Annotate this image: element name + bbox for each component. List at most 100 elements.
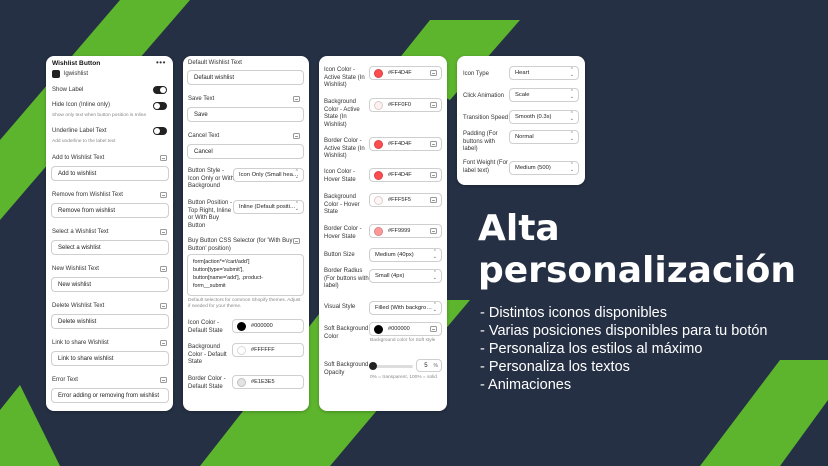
bg-hover-label: Background Color - Hover State xyxy=(324,194,360,215)
delete-wishlist-input[interactable]: Delete wishlist xyxy=(51,314,169,329)
chevron-icon: ⌃ ⌄ xyxy=(569,67,574,78)
button-style-panel: Default Wishlist Text Default wishlist S… xyxy=(183,56,309,411)
font-weight-value: Medium (500) xyxy=(515,165,551,171)
default-wishlist-input[interactable]: Default wishlist xyxy=(187,70,304,85)
color-swatch xyxy=(237,345,246,355)
save-text-input[interactable]: Save xyxy=(187,107,304,122)
icon-color-value: #000000 xyxy=(251,323,273,329)
show-label-toggle[interactable] xyxy=(153,86,167,94)
icon-color-label: Icon Color - Default State xyxy=(188,320,223,334)
gear-icon[interactable] xyxy=(160,377,167,383)
css-line: form__submit xyxy=(193,283,226,289)
chevron-icon: ⌃ ⌄ xyxy=(569,111,574,122)
bg-active-label: Background Color - Active State (In Wish… xyxy=(324,99,360,128)
bg-color-picker[interactable]: #FFFFFF xyxy=(232,343,304,357)
share-link-input[interactable]: Link to share wishlist xyxy=(51,351,169,366)
button-position-select[interactable]: Inline (Default positi… ⌃ ⌄ xyxy=(233,200,304,214)
transition-speed-select[interactable]: Smooth (0.3s) ⌃ ⌄ xyxy=(509,110,579,124)
border-radius-label: Border Radius (For buttons with label) xyxy=(324,268,369,289)
gear-icon[interactable] xyxy=(160,229,167,235)
border-radius-select[interactable]: Small (4px) ⌃ ⌄ xyxy=(369,269,442,283)
gear-icon[interactable] xyxy=(160,192,167,198)
bg-active-value: #FFF0F0 xyxy=(388,102,412,108)
click-animation-label: Click Animation xyxy=(463,93,505,99)
promo-bullet: - Distintos iconos disponibles xyxy=(480,305,667,321)
delete-wishlist-label: Delete Wishlist Text xyxy=(52,303,105,309)
button-size-select[interactable]: Medium (40px) ⌃ ⌄ xyxy=(369,248,442,262)
gear-icon[interactable] xyxy=(160,155,167,161)
color-swatch xyxy=(374,324,383,334)
animation-panel: Icon Type Heart ⌃ ⌄ Click Animation Scale ⌃… xyxy=(457,56,585,185)
visual-style-label: Visual Style xyxy=(324,304,356,310)
remove-wishlist-label: Remove from Wishlist Text xyxy=(52,192,123,198)
gear-icon[interactable] xyxy=(160,303,167,309)
font-weight-select[interactable]: Medium (500) ⌃ ⌄ xyxy=(509,161,579,175)
remove-wishlist-input[interactable]: Remove from wishlist xyxy=(51,203,169,218)
visual-style-value: Filled (With backgro… xyxy=(375,305,433,311)
gear-icon[interactable] xyxy=(293,133,300,139)
gear-icon[interactable] xyxy=(293,238,300,244)
gear-icon[interactable] xyxy=(160,340,167,346)
css-line: button[name='add'], .product- xyxy=(193,275,263,281)
border-active-value: #FF4D4F xyxy=(388,141,412,147)
gear-icon[interactable] xyxy=(160,266,167,272)
padding-select[interactable]: Normal ⌃ ⌄ xyxy=(509,130,579,144)
error-text-input[interactable]: Error adding or removing from wishlist xyxy=(51,388,169,403)
icon-color-picker[interactable]: #000000 xyxy=(232,319,304,333)
button-size-value: Medium (40px) xyxy=(375,252,414,258)
border-hover-picker[interactable]: #FF9999 xyxy=(369,224,442,238)
icon-type-select[interactable]: Heart ⌃ ⌄ xyxy=(509,66,579,80)
opacity-value: 5 xyxy=(424,362,428,369)
underline-toggle[interactable] xyxy=(153,127,167,135)
icon-hover-picker[interactable]: #FF4D4F xyxy=(369,168,442,182)
cancel-text-input[interactable]: Cancel xyxy=(187,144,304,159)
hide-icon-text: Hide Icon (Inline only) xyxy=(52,102,111,108)
css-selector-label: Buy Button CSS Selector (for 'With Buy B… xyxy=(188,238,293,252)
bg-active-picker[interactable]: #FFF0F0 xyxy=(369,98,442,112)
bg-hover-picker[interactable]: #FFF5F5 xyxy=(369,193,442,207)
css-selector-help: Default selectors for common Shopify the… xyxy=(188,298,301,309)
new-wishlist-input[interactable]: New wishlist xyxy=(51,277,169,292)
button-position-label: Button Position - Top Right, Inline or W… xyxy=(188,200,233,229)
opacity-slider-handle[interactable] xyxy=(369,362,377,370)
gear-icon xyxy=(430,141,437,147)
click-animation-select[interactable]: Scale ⌃ ⌄ xyxy=(509,88,579,102)
opacity-unit: % xyxy=(433,362,438,369)
color-swatch xyxy=(374,170,383,180)
button-style-select[interactable]: Icon Only (Small hea… ⌃ ⌄ xyxy=(233,168,304,182)
chevron-icon: ⌃ ⌄ xyxy=(569,162,574,173)
panel-title: Wishlist Button xyxy=(52,60,101,67)
add-wishlist-input[interactable]: Add to wishlist xyxy=(51,166,169,181)
state-colors-panel: Icon Color - Active State (In Wishlist) … xyxy=(319,56,447,411)
gear-icon xyxy=(430,70,437,76)
chevron-icon: ⌃ ⌄ xyxy=(569,131,574,142)
opacity-help: 0% = transparent, 100% = solid xyxy=(370,375,437,380)
click-animation-value: Scale xyxy=(515,92,530,98)
show-label-text: Show Label xyxy=(52,87,84,93)
underline-text: Underline Label Text xyxy=(52,128,107,134)
chevron-icon: ⌃ ⌄ xyxy=(432,270,437,281)
cancel-text-label: Cancel Text xyxy=(188,133,220,139)
opacity-slider-track[interactable] xyxy=(371,365,413,368)
bg-color-label: Background Color - Default State xyxy=(188,344,227,365)
color-swatch xyxy=(237,377,246,387)
border-hover-label: Border Color - Hover State xyxy=(324,226,362,240)
gear-icon[interactable] xyxy=(293,96,300,102)
border-active-picker[interactable]: #FF4D4F xyxy=(369,137,442,151)
css-selector-textarea[interactable]: form[action*='/cart/add'] button[type='s… xyxy=(187,254,304,296)
more-icon[interactable]: ••• xyxy=(156,58,166,67)
error-text-label: Error Text xyxy=(52,377,78,383)
border-color-picker[interactable]: #E1E3E5 xyxy=(232,375,304,389)
select-wishlist-input[interactable]: Select a wishlist xyxy=(51,240,169,255)
soft-bg-picker[interactable]: #000000 xyxy=(369,322,442,336)
promo-bullet: - Animaciones xyxy=(480,377,572,393)
hide-icon-toggle[interactable] xyxy=(153,102,167,110)
icon-active-picker[interactable]: #FF4D4F xyxy=(369,66,442,80)
share-link-label: Link to share Wishlist xyxy=(52,340,109,346)
visual-style-select[interactable]: Filled (With backgro… ⌃ ⌄ xyxy=(369,301,442,315)
opacity-input[interactable]: 5% xyxy=(416,359,442,372)
button-style-value: Icon Only (Small hea… xyxy=(239,172,299,178)
icon-hover-label: Icon Color - Hover State xyxy=(324,169,356,183)
color-swatch xyxy=(374,139,383,149)
hide-icon-help: Show only text when button position is I… xyxy=(52,113,147,118)
